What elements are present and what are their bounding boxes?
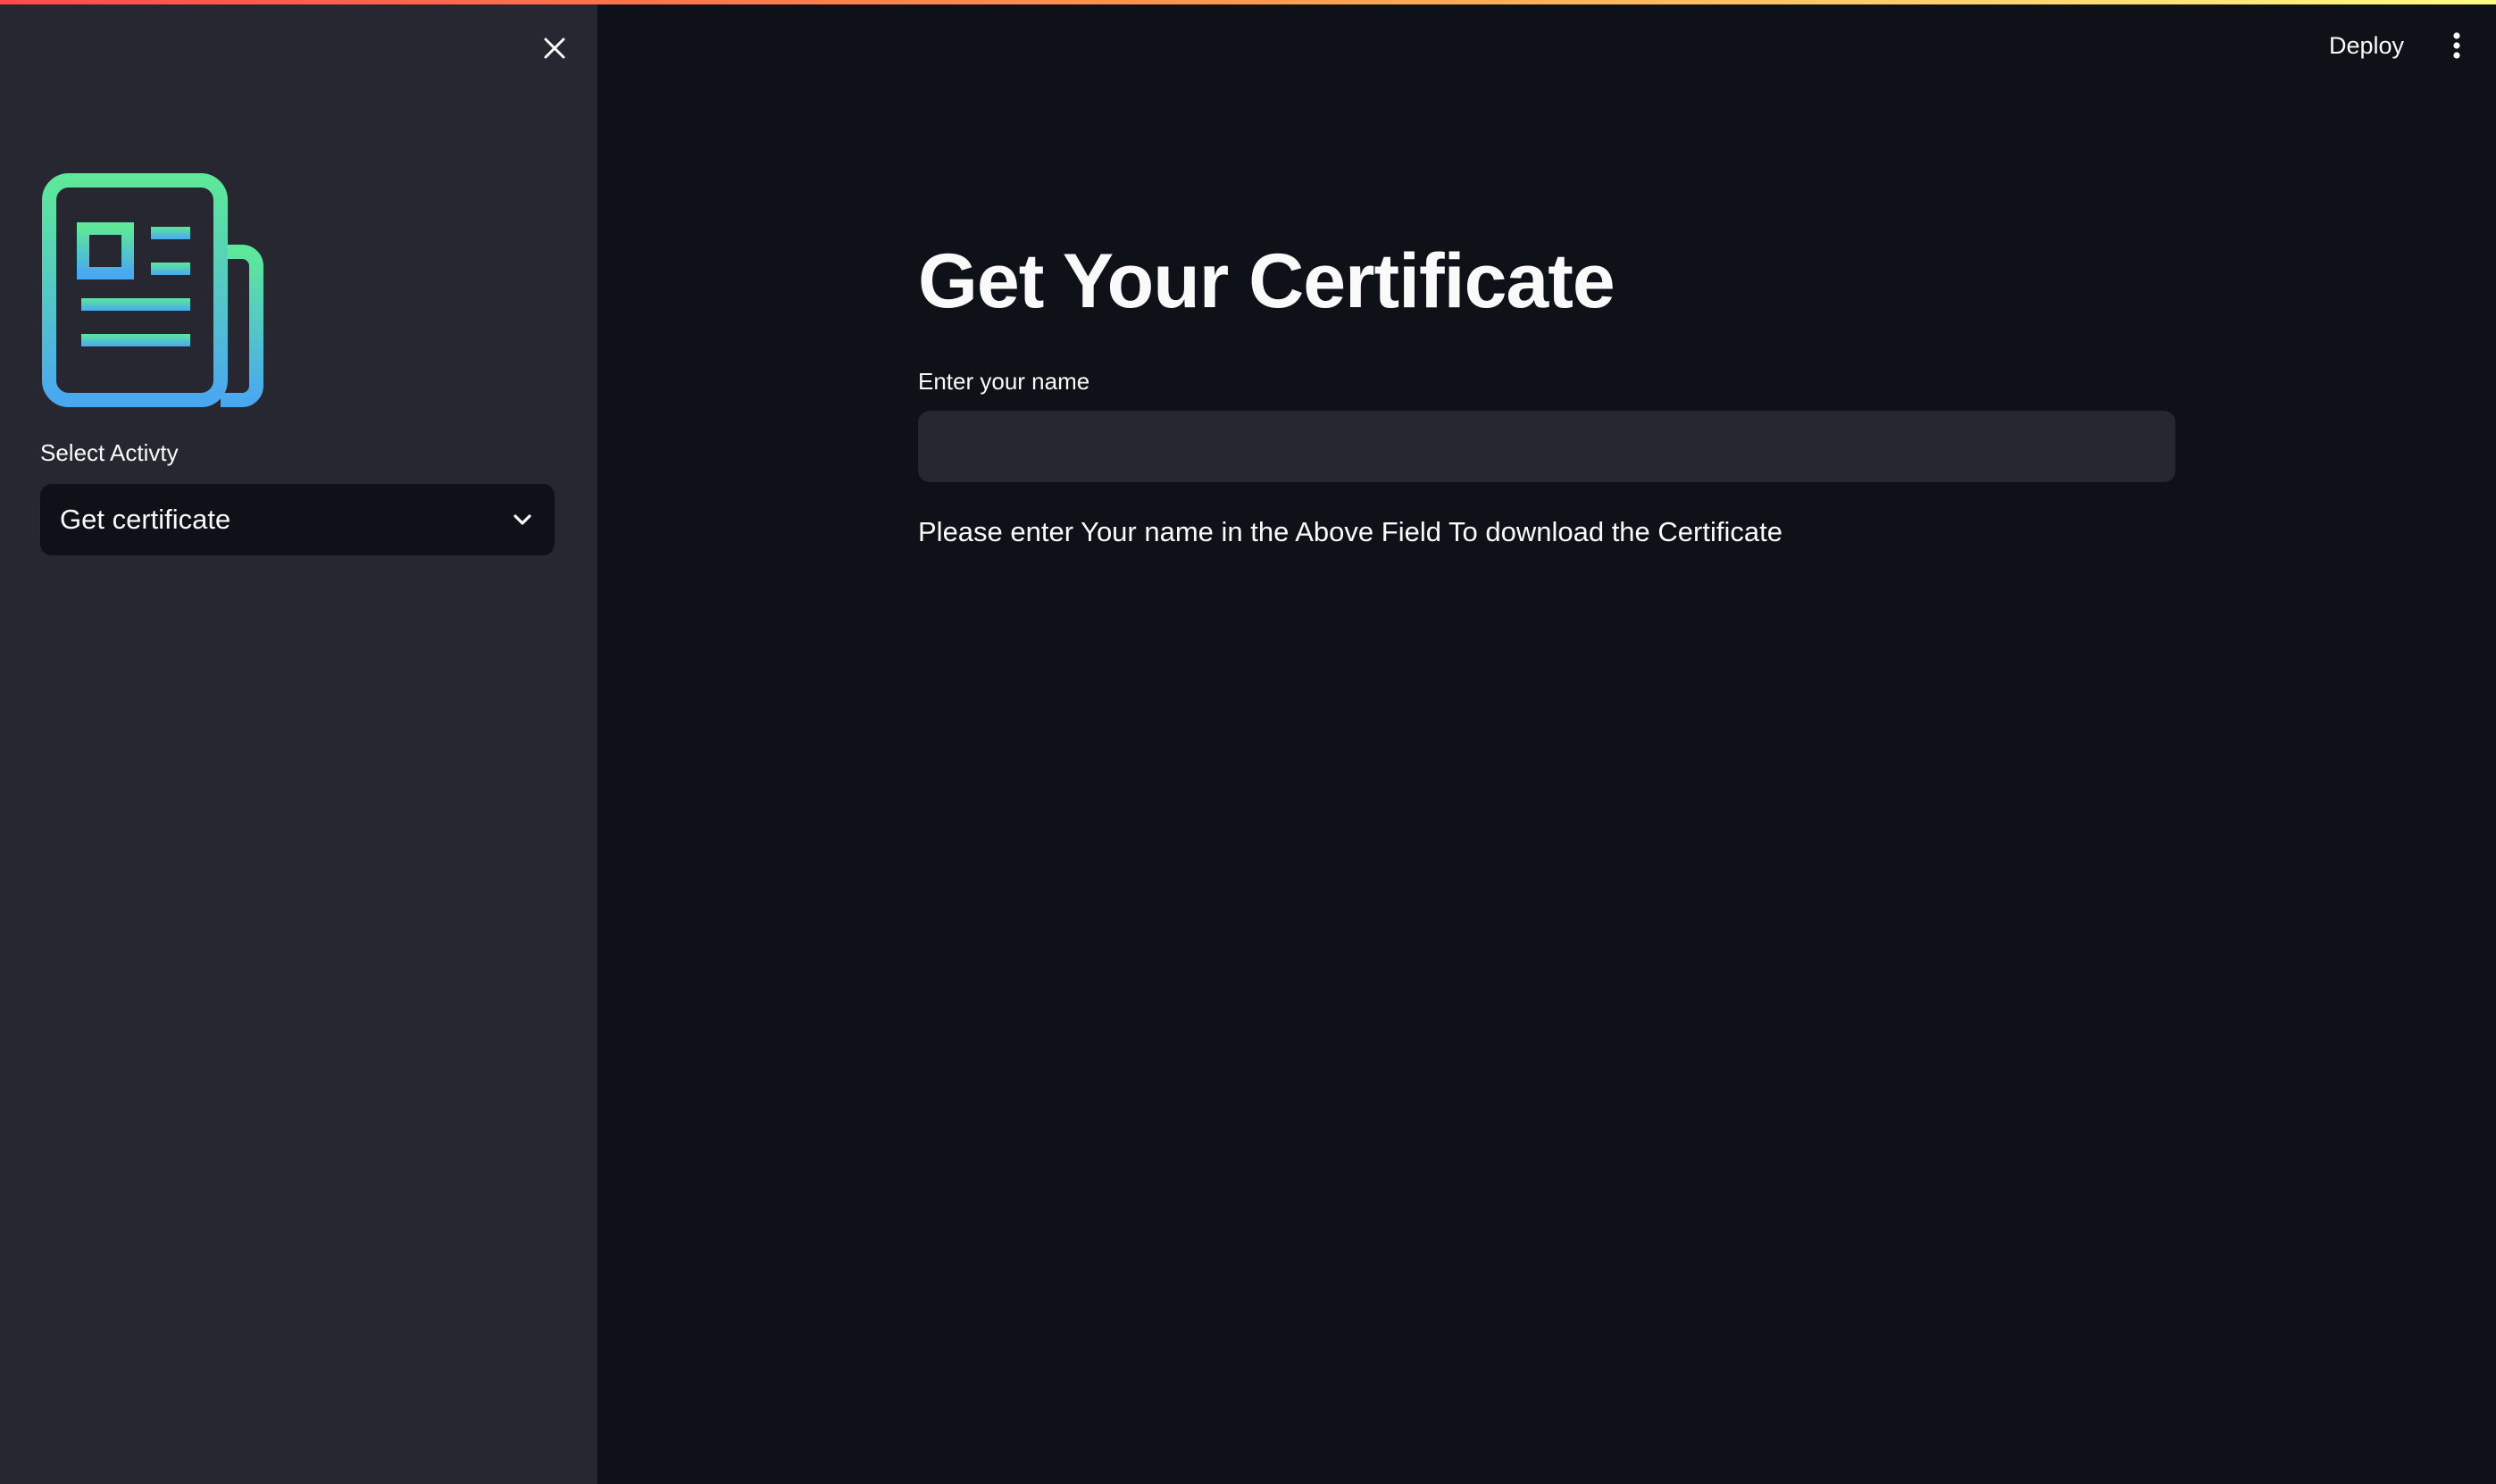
sidebar: Select Activty Get certificate [0,0,597,1484]
main-menu-button[interactable] [2441,25,2473,66]
name-input-label: Enter your name [918,368,1090,395]
name-input[interactable] [918,411,2175,482]
chevron-down-icon [510,507,535,532]
top-decoration-stripe [0,0,2496,4]
close-sidebar-button[interactable] [537,30,572,66]
close-icon [544,38,565,59]
page-title: Get Your Certificate [918,238,1615,324]
select-activity-label: Select Activty [40,439,179,466]
activity-select-value: Get certificate [60,504,231,535]
deploy-button[interactable]: Deploy [2318,25,2415,66]
more-vertical-icon [2453,32,2460,59]
newspaper-icon [42,173,267,407]
info-message: Please enter Your name in the Above Fiel… [918,516,1782,547]
activity-select[interactable]: Get certificate [40,484,555,555]
app-window: Select Activty Get certificate Deploy Ge… [0,0,2496,1484]
